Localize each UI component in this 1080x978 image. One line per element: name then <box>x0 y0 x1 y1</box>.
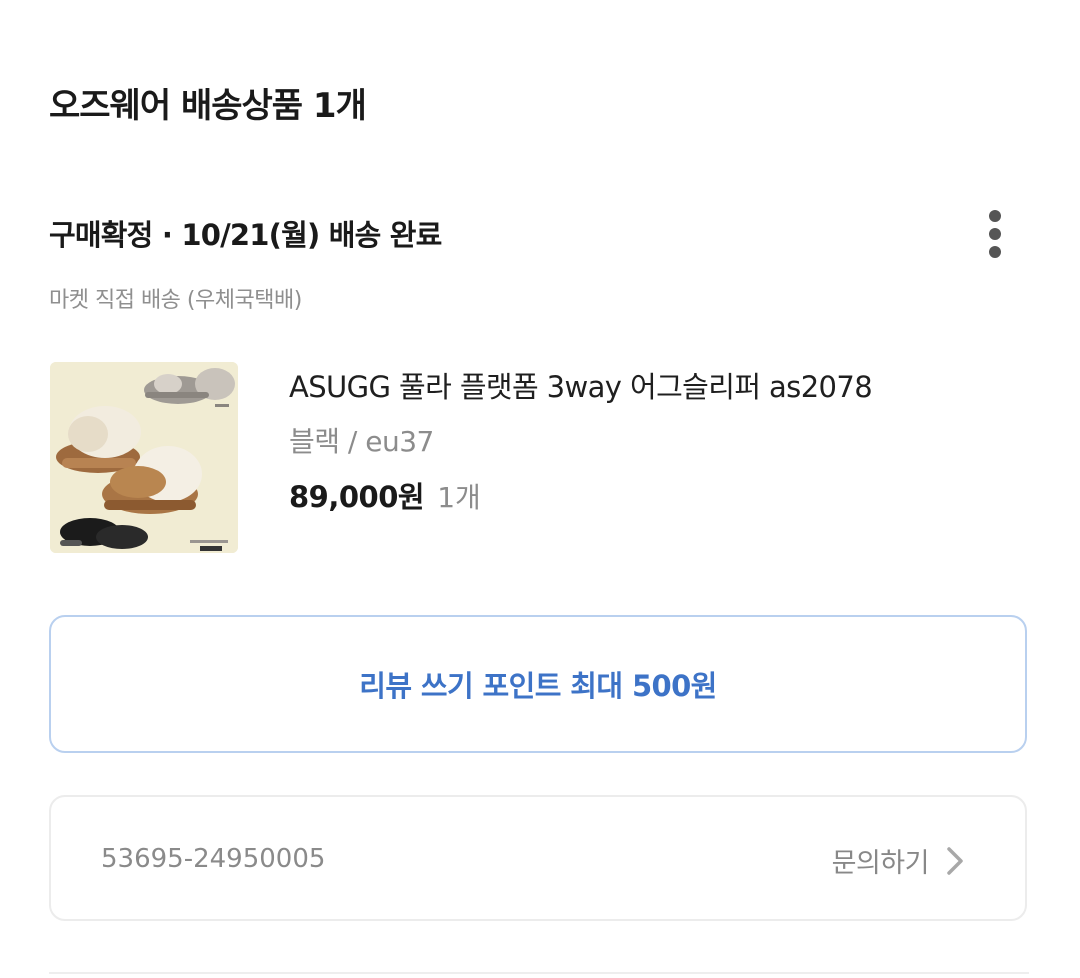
product-price: 89,000원 <box>289 480 425 514</box>
product-name[interactable]: ASUGG 풀라 플랫폼 3way 어그슬리퍼 as2078 <box>289 364 873 406</box>
more-vertical-icon <box>989 210 1001 222</box>
order-number: 53695-24950005 <box>101 844 326 874</box>
inquiry-label: 문의하기 <box>831 848 930 879</box>
more-vertical-icon-dot <box>989 228 1001 240</box>
more-options-button[interactable] <box>975 206 1015 262</box>
price-row: 89,000원 1개 <box>289 474 481 516</box>
write-review-label: 리뷰 쓰기 포인트 최대 500원 <box>359 669 717 703</box>
product-image[interactable] <box>50 362 238 553</box>
order-info-card: 53695-24950005 문의하기 <box>49 795 1027 921</box>
order-status: 구매확정 · 10/21(월) 배송 완료 <box>49 218 442 252</box>
divider <box>49 972 1029 974</box>
chevron-right-icon <box>943 846 967 876</box>
write-review-button[interactable]: 리뷰 쓰기 포인트 최대 500원 <box>49 615 1027 753</box>
product-quantity: 1개 <box>437 481 481 514</box>
product-option: 블랙 / eu37 <box>289 425 434 458</box>
more-vertical-icon-dot <box>989 246 1001 258</box>
section-title: 오즈웨어 배송상품 1개 <box>49 86 367 126</box>
delivery-method: 마켓 직접 배송 (우체국택배) <box>49 288 302 313</box>
inquiry-link[interactable]: 문의하기 <box>832 841 967 880</box>
